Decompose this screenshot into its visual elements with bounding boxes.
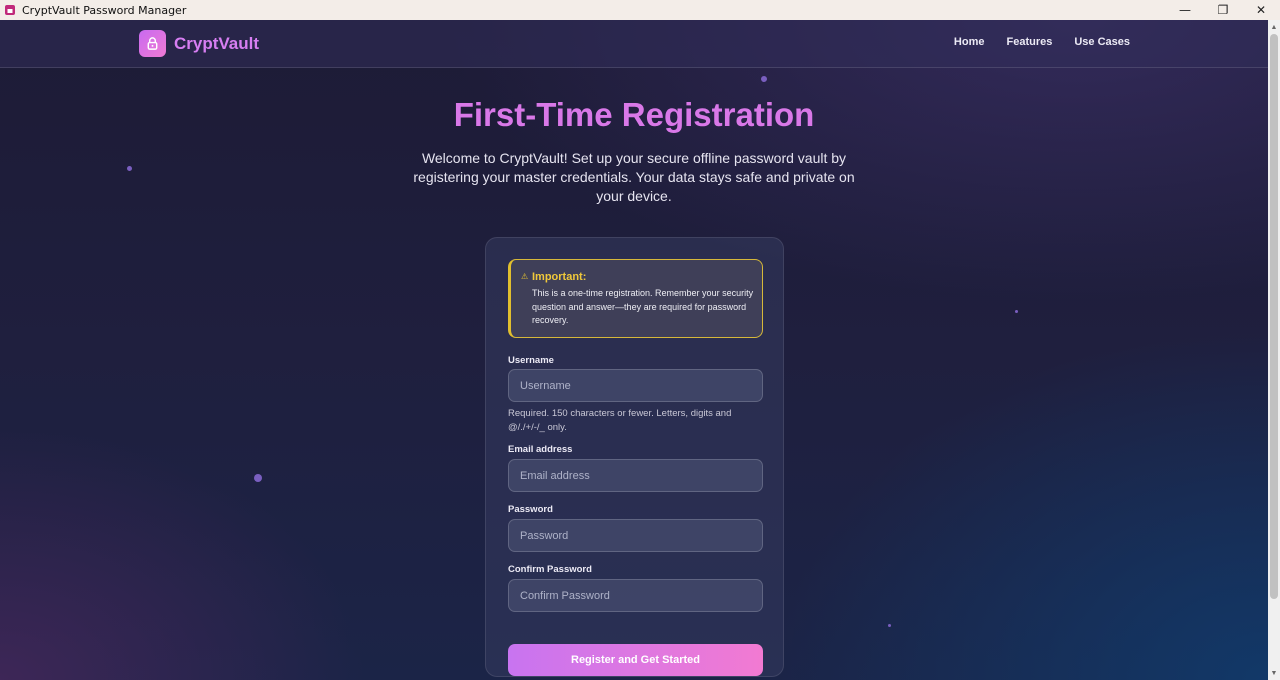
nav-link-home[interactable]: Home bbox=[954, 36, 985, 48]
brand-name: CryptVault bbox=[174, 33, 260, 53]
decorative-dot bbox=[1015, 310, 1018, 313]
page-viewport: CryptVault Home Features Use Cases First… bbox=[0, 20, 1268, 680]
window-controls: — ❐ ✕ bbox=[1166, 0, 1280, 20]
important-notice: ⚠ Important: This is a one-time registra… bbox=[508, 259, 763, 338]
brand[interactable]: CryptVault bbox=[139, 30, 259, 57]
close-button[interactable]: ✕ bbox=[1242, 0, 1280, 20]
password-input[interactable] bbox=[508, 519, 763, 552]
notice-body: This is a one-time registration. Remembe… bbox=[532, 288, 754, 325]
email-label: Email address bbox=[508, 444, 573, 455]
confirm-password-label: Confirm Password bbox=[508, 564, 592, 575]
page-title: First-Time Registration bbox=[453, 96, 815, 133]
registration-card: ⚠ Important: This is a one-time registra… bbox=[485, 237, 784, 677]
confirm-password-input[interactable] bbox=[508, 579, 763, 612]
page-subtitle: Welcome to CryptVault! Set up your secur… bbox=[413, 150, 855, 204]
nav-link-features[interactable]: Features bbox=[1006, 36, 1052, 48]
top-navbar: CryptVault Home Features Use Cases bbox=[0, 20, 1268, 68]
decorative-dot bbox=[127, 166, 132, 171]
register-button[interactable]: Register and Get Started bbox=[508, 644, 763, 676]
warning-icon: ⚠ bbox=[521, 272, 529, 281]
window-titlebar: CryptVault Password Manager — ❐ ✕ bbox=[0, 0, 1280, 20]
notice-title: Important: bbox=[532, 271, 587, 283]
scrollbar-thumb[interactable] bbox=[1270, 34, 1278, 599]
username-help-text: Required. 150 characters or fewer. Lette… bbox=[508, 408, 732, 433]
username-label: Username bbox=[508, 355, 554, 366]
window-title: CryptVault Password Manager bbox=[22, 3, 187, 17]
minimize-button[interactable]: — bbox=[1166, 0, 1204, 20]
decorative-dot bbox=[761, 76, 767, 82]
lock-icon bbox=[139, 30, 166, 57]
username-input[interactable] bbox=[508, 369, 763, 402]
vertical-scrollbar[interactable]: ▲ ▼ bbox=[1268, 20, 1280, 680]
scroll-up-icon[interactable]: ▲ bbox=[1268, 21, 1280, 33]
scroll-down-icon[interactable]: ▼ bbox=[1268, 667, 1280, 679]
app-icon bbox=[5, 5, 15, 15]
decorative-dot bbox=[888, 624, 891, 627]
restore-button[interactable]: ❐ bbox=[1204, 0, 1242, 20]
password-label: Password bbox=[508, 504, 553, 515]
nav-link-use-cases[interactable]: Use Cases bbox=[1074, 36, 1130, 48]
decorative-dot bbox=[254, 474, 262, 482]
email-input[interactable] bbox=[508, 459, 763, 492]
nav-links: Home Features Use Cases bbox=[954, 36, 1130, 48]
